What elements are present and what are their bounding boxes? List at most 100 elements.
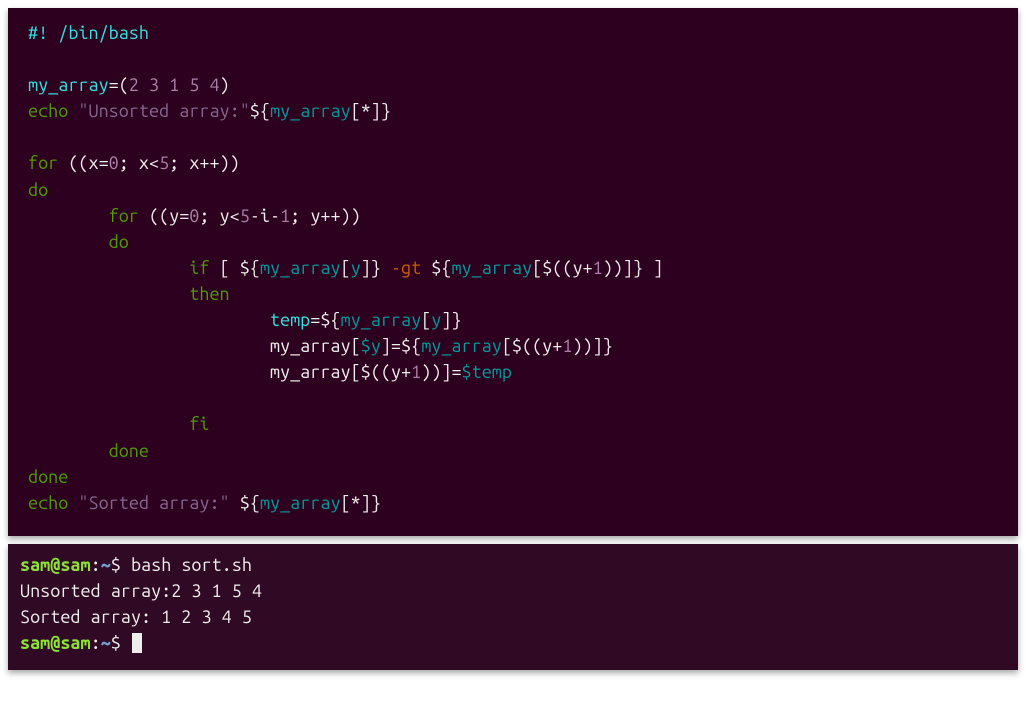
string-open: ": [68, 101, 88, 121]
for-kw-inner: for: [109, 206, 139, 226]
r-exp-open: ${: [431, 258, 451, 278]
string-open2: ": [68, 493, 88, 513]
idx-open: [: [351, 101, 361, 121]
t-idx: y: [431, 310, 441, 330]
indent: [28, 362, 270, 382]
for-outer-0: 0: [109, 153, 119, 173]
output-line-1: Unsorted array:2 3 1 5 4: [20, 581, 262, 601]
expand-open: ${: [250, 101, 270, 121]
r-arith-close: )): [603, 258, 623, 278]
prompt-host2: sam: [60, 633, 90, 653]
indent: [28, 310, 270, 330]
prompt-sep1: @: [50, 555, 60, 575]
for-inner-1: 1: [280, 206, 290, 226]
idx-close2: ]: [361, 493, 371, 513]
temp-eq: =: [310, 310, 320, 330]
var-decl: my_array: [28, 75, 109, 95]
done-kw-inner: done: [109, 441, 149, 461]
s3-idx-close: ]: [441, 362, 451, 382]
t-exp-close: }: [451, 310, 461, 330]
if-open: [: [209, 258, 239, 278]
s3-expr-b: 1: [411, 362, 421, 382]
for-kw: for: [28, 153, 58, 173]
done-kw-outer: done: [28, 467, 68, 487]
s3-arith-close: )): [421, 362, 441, 382]
l-idx-open: [: [341, 258, 351, 278]
s2-var: my_array: [421, 336, 502, 356]
idx-star2: *: [351, 493, 361, 513]
shebang: #!: [28, 23, 48, 43]
indent: [28, 206, 109, 226]
prompt-user: sam: [20, 555, 50, 575]
echo-kw: echo: [28, 101, 68, 121]
r-idx-open: [: [532, 258, 542, 278]
idx-open2: [: [341, 493, 351, 513]
expand-var: my_array: [270, 101, 351, 121]
r-expr-a: y+: [572, 258, 592, 278]
t-idx-close: ]: [441, 310, 451, 330]
terminal-output-panel[interactable]: sam@sam:~$ bash sort.sh Unsorted array:2…: [8, 544, 1018, 670]
indent: [28, 284, 189, 304]
indent: [28, 258, 189, 278]
array-literal: 2 3 1 5 4: [129, 75, 220, 95]
s2-idx-open: [: [502, 336, 512, 356]
s2-lhs1: my_array: [270, 336, 351, 356]
s3-rhs: $temp: [462, 362, 512, 382]
cursor-icon: [132, 633, 142, 653]
for-inner-5: 5: [240, 206, 250, 226]
s2-expr-b: 1: [562, 336, 572, 356]
command-text: bash sort.sh: [131, 555, 252, 575]
output-line-2: Sorted array: 1 2 3 4 5: [20, 607, 252, 627]
r-arith-open: $((: [542, 258, 572, 278]
s2-exp-close: }: [603, 336, 613, 356]
string-close2: ": [220, 493, 230, 513]
string-close: ": [240, 101, 250, 121]
code-editor-panel: #! /bin/bash my_array=(2 3 1 5 4) echo "…: [8, 8, 1018, 536]
echo-kw-2: echo: [28, 493, 68, 513]
r-var: my_array: [451, 258, 532, 278]
prompt-sigil2: $: [111, 633, 131, 653]
prompt-user2: sam: [20, 633, 50, 653]
for-outer-a: ((x=: [58, 153, 108, 173]
for-inner-d: ; y++)): [290, 206, 361, 226]
if-close: ]: [643, 258, 663, 278]
expand-close: }: [381, 101, 391, 121]
fi-kw: fi: [189, 414, 209, 434]
l-idx-close: ]: [361, 258, 371, 278]
s2-lhs3: $y: [361, 336, 381, 356]
for-outer-c: ; x++)): [169, 153, 240, 173]
temp-decl: temp: [270, 310, 310, 330]
shebang-path: /bin/bash: [48, 23, 149, 43]
t-idx-open: [: [421, 310, 431, 330]
string-text: Unsorted array:: [89, 101, 240, 121]
s2-lhs4: ]: [381, 336, 391, 356]
for-inner-0: 0: [189, 206, 199, 226]
s2-expr-a: y+: [542, 336, 562, 356]
t-var: my_array: [341, 310, 422, 330]
for-inner-c: -i-: [250, 206, 280, 226]
indent: [28, 441, 109, 461]
r-exp-close: }: [633, 258, 643, 278]
s2-exp-open: ${: [401, 336, 421, 356]
for-outer-b: ; x<: [119, 153, 159, 173]
prompt-path2: ~: [101, 633, 111, 653]
idx-close: ]: [371, 101, 381, 121]
indent: [28, 414, 189, 434]
s3-expr-a: y+: [391, 362, 411, 382]
s2-idx-close: ]: [593, 336, 603, 356]
assign-close: ): [220, 75, 230, 95]
prompt-host: sam: [60, 555, 90, 575]
then-kw: then: [189, 284, 229, 304]
s2-lhs2: [: [351, 336, 361, 356]
expand-close2: }: [371, 493, 381, 513]
indent: [28, 232, 109, 252]
l-exp-close: }: [371, 258, 381, 278]
l-exp-open: ${: [240, 258, 260, 278]
do-kw-inner: do: [109, 232, 129, 252]
s2-arith-open: $((: [512, 336, 542, 356]
s3-lhs1: my_array: [270, 362, 351, 382]
gt-op: -gt: [381, 258, 431, 278]
prompt-sigil: $: [111, 555, 131, 575]
s2-eq: =: [391, 336, 401, 356]
expand-var2: my_array: [260, 493, 341, 513]
